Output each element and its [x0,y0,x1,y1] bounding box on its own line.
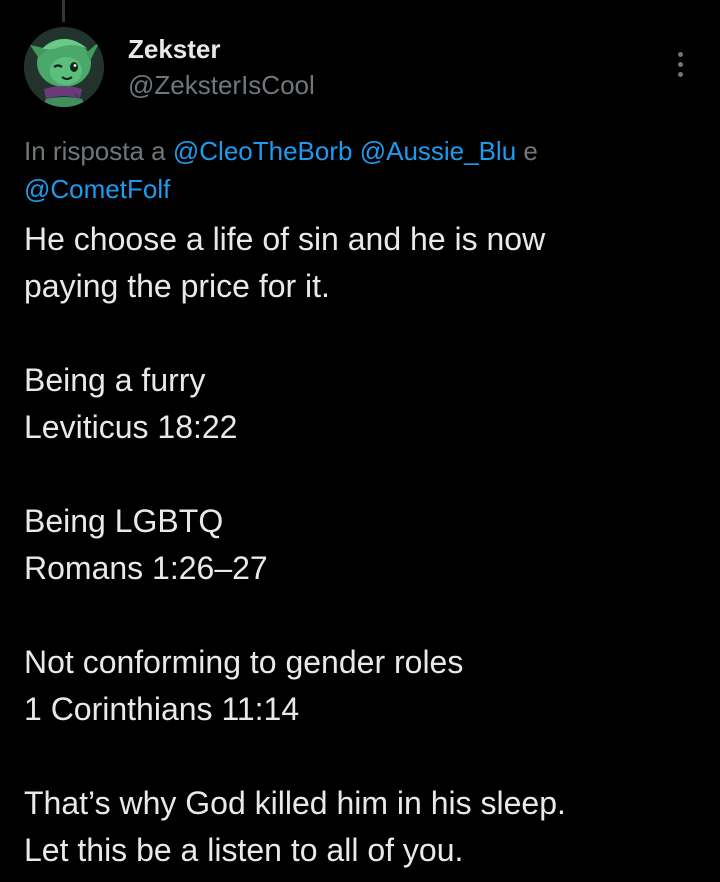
reply-conjunction: e [523,136,538,166]
mention-link-cometfolf[interactable]: @CometFolf [24,174,170,204]
tweet-text-line: Romans 1:26–27 [24,550,268,586]
more-vertical-icon [677,51,683,57]
more-vertical-icon-dot [677,71,683,77]
mention-link-cleotheborb[interactable]: @CleoTheBorb [173,136,353,166]
tweet-text-line: Being LGBTQ [24,503,224,539]
avatar-image [24,27,104,107]
reply-prefix: In risposta a [24,136,166,166]
mention-link-aussie-blu[interactable]: @Aussie_Blu [360,136,516,166]
more-options-button[interactable] [664,44,696,84]
tweet-text-line: Not conforming to gender roles [24,644,464,680]
tweet-text-line: 1 Corinthians 11:14 [24,691,300,727]
tweet-text-line: paying the price for it. [24,268,330,304]
tweet-text-line: He choose a life of sin and he is now [24,221,546,257]
avatar[interactable] [24,27,104,107]
thread-connector-line [62,0,65,22]
more-vertical-icon-dot [677,61,683,67]
reply-context: In risposta a @CleoTheBorb @Aussie_Blu e… [24,132,684,208]
author-name[interactable]: Zekster [128,34,221,64]
tweet-text-line: That’s why God killed him in his sleep. [24,785,566,821]
author-handle[interactable]: @ZeksterIsCool [128,70,315,100]
tweet-text-line: Leviticus 18:22 [24,409,238,445]
tweet-text: He choose a life of sin and he is now pay… [24,216,704,874]
tweet-text-line: Let this be a listen to all of you. [24,832,464,868]
tweet-text-line: Being a furry [24,362,206,398]
